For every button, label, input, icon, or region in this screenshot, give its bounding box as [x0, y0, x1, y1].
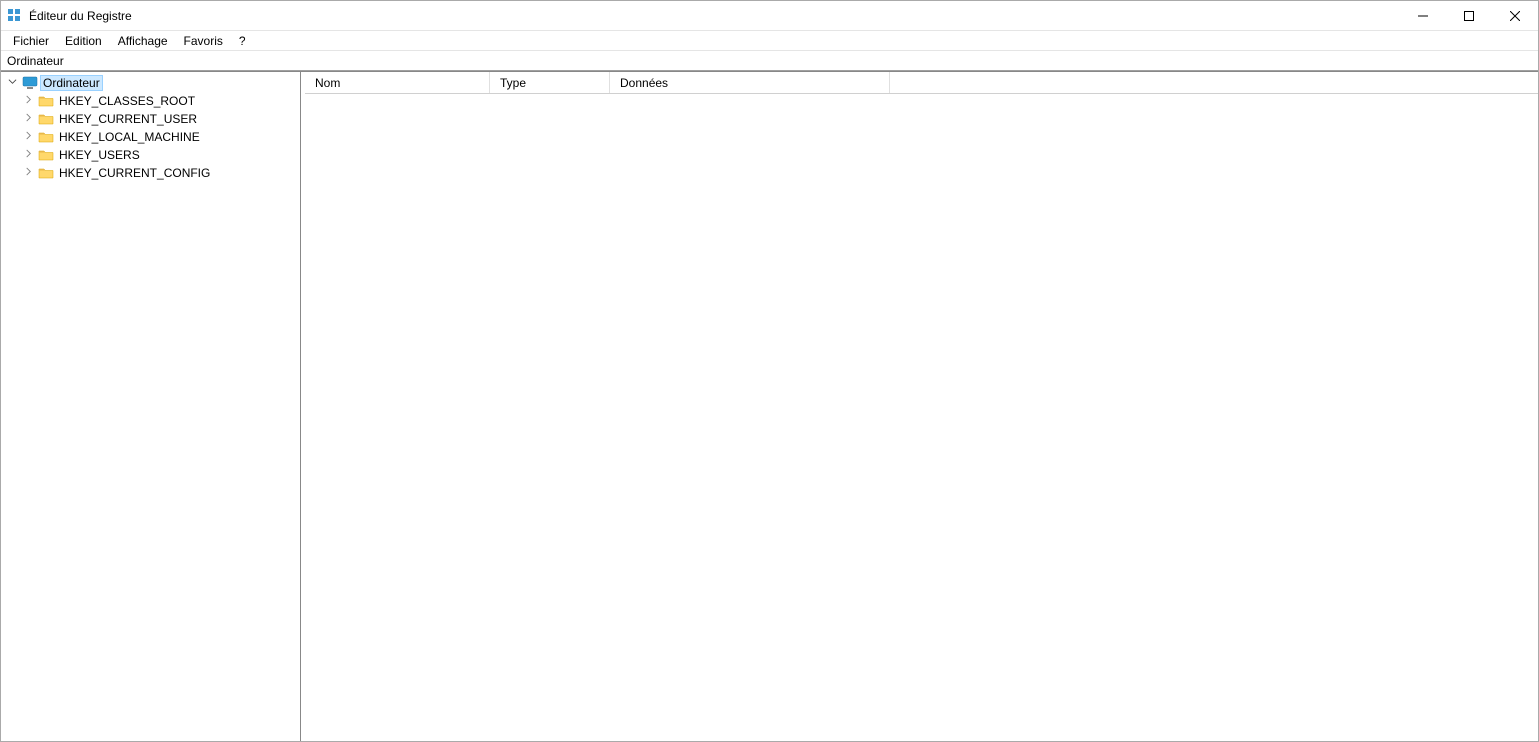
computer-icon	[22, 75, 38, 91]
menu-favorites[interactable]: Favoris	[176, 33, 231, 49]
content-area: Ordinateur HKEY_CLASSES_ROOT HKEY_CURR	[1, 71, 1538, 741]
chevron-right-icon[interactable]	[21, 113, 35, 125]
column-header-type[interactable]: Type	[490, 72, 610, 93]
titlebar: Éditeur du Registre	[1, 1, 1538, 31]
tree-node-label: Ordinateur	[41, 76, 102, 90]
list-header: Nom Type Données	[305, 72, 1538, 94]
menubar: Fichier Edition Affichage Favoris ?	[1, 31, 1538, 51]
close-button[interactable]	[1492, 1, 1538, 30]
folder-icon	[38, 147, 54, 163]
tree-node-label: HKEY_LOCAL_MACHINE	[57, 130, 202, 144]
menu-view[interactable]: Affichage	[110, 33, 176, 49]
tree-node-hkcr[interactable]: HKEY_CLASSES_ROOT	[1, 92, 300, 110]
folder-icon	[38, 129, 54, 145]
tree-node-hku[interactable]: HKEY_USERS	[1, 146, 300, 164]
tree-node-hkcu[interactable]: HKEY_CURRENT_USER	[1, 110, 300, 128]
minimize-button[interactable]	[1400, 1, 1446, 30]
address-bar[interactable]: Ordinateur	[1, 51, 1538, 71]
window-controls	[1400, 1, 1538, 30]
address-text: Ordinateur	[7, 54, 64, 68]
list-pane: Nom Type Données	[305, 72, 1538, 741]
menu-file[interactable]: Fichier	[5, 33, 57, 49]
app-icon	[7, 8, 23, 24]
tree-node-label: HKEY_USERS	[57, 148, 142, 162]
column-header-data[interactable]: Données	[610, 72, 890, 93]
tree-node-computer[interactable]: Ordinateur	[1, 74, 300, 92]
folder-icon	[38, 93, 54, 109]
folder-icon	[38, 165, 54, 181]
chevron-down-icon[interactable]	[5, 77, 19, 89]
menu-help[interactable]: ?	[231, 33, 254, 49]
tree-node-label: HKEY_CLASSES_ROOT	[57, 94, 197, 108]
chevron-right-icon[interactable]	[21, 95, 35, 107]
maximize-button[interactable]	[1446, 1, 1492, 30]
tree-node-hklm[interactable]: HKEY_LOCAL_MACHINE	[1, 128, 300, 146]
tree-node-hkcc[interactable]: HKEY_CURRENT_CONFIG	[1, 164, 300, 182]
column-header-name[interactable]: Nom	[305, 72, 490, 93]
folder-icon	[38, 111, 54, 127]
menu-edit[interactable]: Edition	[57, 33, 110, 49]
list-body[interactable]	[305, 94, 1538, 741]
tree-node-label: HKEY_CURRENT_CONFIG	[57, 166, 212, 180]
chevron-right-icon[interactable]	[21, 149, 35, 161]
window-title: Éditeur du Registre	[29, 9, 132, 23]
tree-node-label: HKEY_CURRENT_USER	[57, 112, 199, 126]
window: Éditeur du Registre Fichier Edition Affi…	[0, 0, 1539, 742]
chevron-right-icon[interactable]	[21, 167, 35, 179]
tree-pane[interactable]: Ordinateur HKEY_CLASSES_ROOT HKEY_CURR	[1, 72, 301, 741]
chevron-right-icon[interactable]	[21, 131, 35, 143]
